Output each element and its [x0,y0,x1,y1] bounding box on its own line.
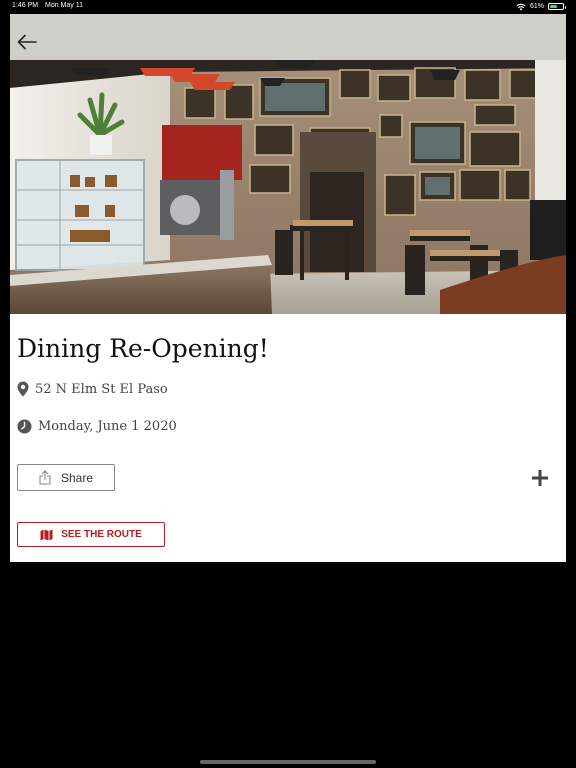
event-address-row: 52 N Elm St El Paso [17,381,168,397]
status-date: Mon May 11 [45,2,83,9]
status-indicators: 61% [516,1,566,12]
status-bar: 1:46 PM Mon May 11 61% [0,0,576,14]
see-route-button[interactable]: SEE THE ROUTE [17,522,165,547]
back-button[interactable] [16,32,38,52]
event-date: Monday, June 1 2020 [38,419,177,434]
navigation-bar [10,14,566,60]
battery-icon [548,3,566,10]
add-button[interactable] [530,468,550,488]
restaurant-interior-photo [10,60,566,314]
map-icon [40,529,53,540]
plus-icon [532,470,548,486]
share-icon [39,470,51,485]
clock-icon [17,419,32,434]
share-label: Share [60,470,94,485]
battery-percent: 61% [529,3,544,10]
event-address: 52 N Elm St El Paso [35,381,168,397]
battery-fill [550,5,558,8]
wifi-icon [516,3,526,10]
event-hero-image [10,60,566,314]
share-button[interactable]: Share [17,464,115,491]
home-indicator[interactable] [200,760,376,764]
location-pin-icon [17,381,29,397]
see-route-label: SEE THE ROUTE [61,529,142,540]
event-card: Dining Re-Opening! 52 N Elm St El Paso M… [10,14,566,562]
arrow-left-icon [17,34,37,50]
status-time: 1:46 PM [12,2,39,9]
event-title: Dining Re-Opening! [17,334,269,363]
event-date-row: Monday, June 1 2020 [17,419,177,434]
